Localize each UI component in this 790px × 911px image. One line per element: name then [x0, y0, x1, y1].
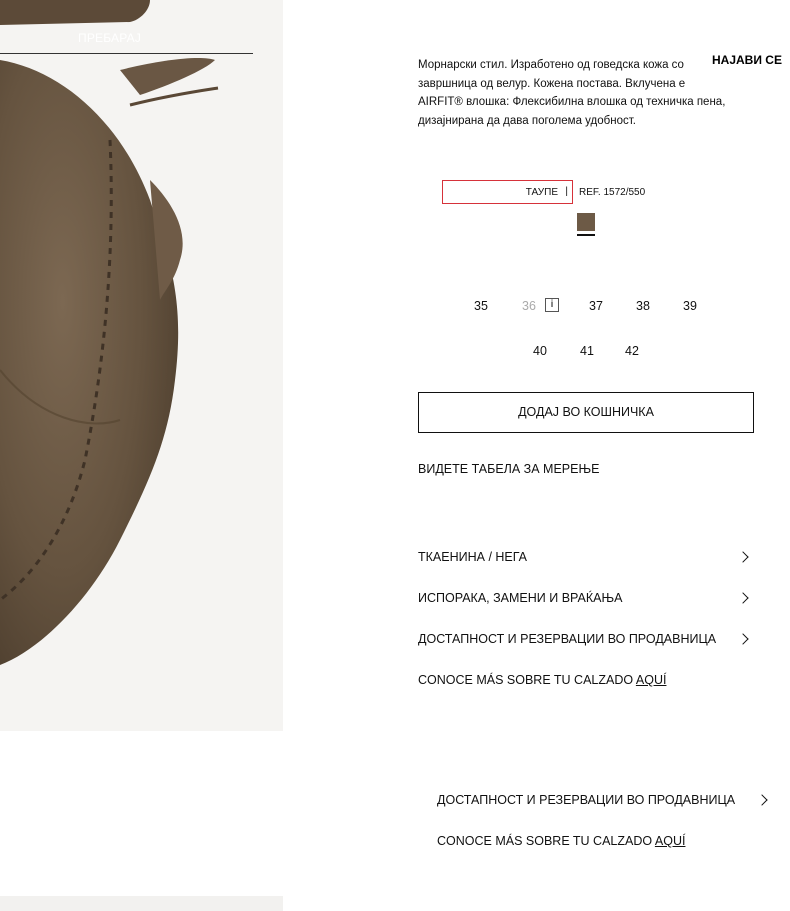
accordion-fabric-care[interactable]: ТКАЕНИНА / НЕГА	[418, 550, 527, 564]
sticky-footwear-info: CONOCE MÁS SOBRE TU CALZADO AQUÍ	[437, 834, 685, 848]
search-label[interactable]: ПРЕБАРАЈ	[78, 31, 141, 45]
accordion-shipping-returns[interactable]: ИСПОРАКА, ЗАМЕНИ И ВРАЌАЊА	[418, 591, 622, 605]
footwear-info-link[interactable]: AQUÍ	[636, 673, 667, 687]
product-description: Морнарски стил. Изработено од говедска к…	[418, 59, 726, 127]
sticky-footwear-info-link[interactable]: AQUÍ	[655, 834, 686, 848]
product-reference: REF. 1572/550	[579, 187, 646, 198]
chevron-right-icon[interactable]	[737, 633, 749, 645]
size-40[interactable]: 40	[533, 344, 547, 358]
info-icon[interactable]: i	[545, 298, 559, 312]
sticky-footwear-info-text: CONOCE MÁS SOBRE TU CALZADO	[437, 834, 653, 848]
product-image-secondary	[0, 896, 283, 911]
color-swatch-taupe[interactable]	[577, 213, 595, 231]
accordion-store-availability[interactable]: ДОСТАПНОСТ И РЕЗЕРВАЦИИ ВО ПРОДАВНИЦА	[418, 632, 716, 646]
size-guide-link[interactable]: ВИДЕТЕ ТАБЕЛА ЗА МЕРЕЊЕ	[418, 462, 599, 476]
color-selector[interactable]: ТАУПЕ |	[442, 180, 573, 204]
sticky-store-availability[interactable]: ДОСТАПНОСТ И РЕЗЕРВАЦИИ ВО ПРОДАВНИЦА	[437, 793, 735, 807]
color-name: ТАУПЕ	[525, 187, 558, 198]
chevron-right-icon[interactable]	[737, 551, 749, 563]
size-37[interactable]: 37	[589, 299, 603, 313]
swatch-selected-indicator	[577, 234, 595, 236]
footwear-info-text: CONOCE MÁS SOBRE TU CALZADO	[418, 673, 634, 687]
chevron-right-icon[interactable]	[756, 794, 768, 806]
suede-shoe-illustration	[0, 0, 283, 731]
size-41[interactable]: 41	[580, 344, 594, 358]
size-36: 36	[522, 299, 536, 313]
search-underline	[0, 53, 253, 54]
add-to-cart-button[interactable]: ДОДАЈ ВО КОШНИЧКА	[418, 392, 754, 433]
size-39[interactable]: 39	[683, 299, 697, 313]
product-image	[0, 0, 283, 731]
size-38[interactable]: 38	[636, 299, 650, 313]
size-35[interactable]: 35	[474, 299, 488, 313]
chevron-right-icon[interactable]	[737, 592, 749, 604]
footwear-info: CONOCE MÁS SOBRE TU CALZADO AQUÍ	[418, 673, 666, 687]
size-42[interactable]: 42	[625, 344, 639, 358]
color-separator: |	[565, 186, 568, 197]
